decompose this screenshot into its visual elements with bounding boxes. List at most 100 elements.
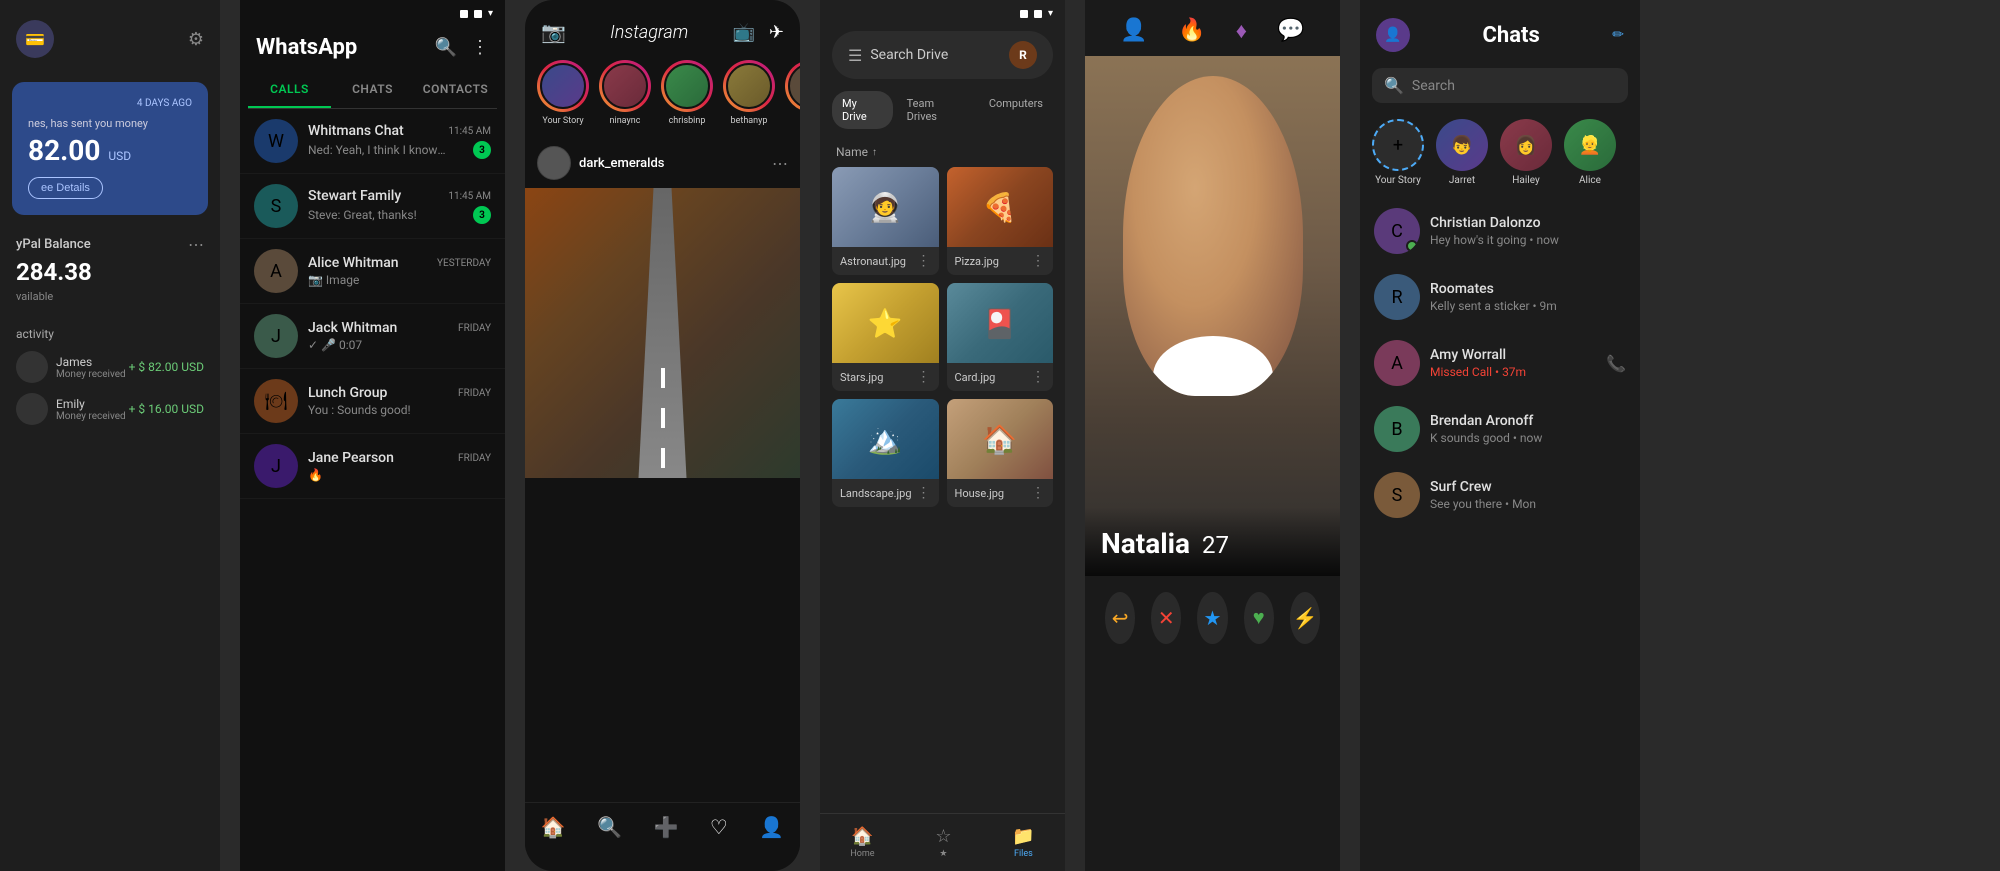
tinder-profile-icon[interactable]: 👤 bbox=[1120, 18, 1147, 44]
chat-item-whitmans[interactable]: W Whitmans Chat 11:45 AM Ned: Yeah, I th… bbox=[240, 109, 505, 174]
chats-user-avatar[interactable]: 👤 bbox=[1376, 18, 1410, 52]
story-as[interactable]: as... bbox=[785, 60, 800, 126]
drive-file-name-pizza: Pizza.jpg bbox=[955, 255, 999, 268]
tab-calls[interactable]: CALLS bbox=[248, 72, 331, 108]
tinder-diamond-icon[interactable]: ♦ bbox=[1236, 18, 1247, 44]
messenger-story-jarret[interactable]: 👦 Jarret bbox=[1436, 119, 1488, 186]
paypal-details-button[interactable]: ee Details bbox=[28, 177, 103, 199]
instagram-camera-icon[interactable]: 📷 bbox=[541, 20, 566, 44]
balance-menu-icon[interactable]: ⋯ bbox=[188, 235, 204, 254]
whatsapp-header: WhatsApp 🔍 ⋮ bbox=[240, 27, 505, 72]
messenger-name-christian: Christian Dalonzo bbox=[1430, 215, 1626, 231]
insta-heart-icon[interactable]: ♡ bbox=[710, 815, 728, 839]
drive-file-more-house[interactable]: ⋮ bbox=[1031, 485, 1045, 501]
drive-tab-team[interactable]: Team Drives bbox=[897, 91, 975, 129]
messenger-chat-surf[interactable]: S Surf Crew See you there • Mon bbox=[1360, 462, 1640, 528]
tab-contacts[interactable]: CONTACTS bbox=[414, 72, 497, 108]
tab-chats[interactable]: CHATS bbox=[331, 72, 414, 108]
drive-file-stars[interactable]: ⭐ Stars.jpg ⋮ bbox=[832, 283, 939, 391]
messenger-chat-brendan[interactable]: B Brendan Aronoff K sounds good • now bbox=[1360, 396, 1640, 462]
whatsapp-search-icon[interactable]: 🔍 bbox=[435, 37, 457, 58]
paypal-avatar[interactable]: 💳 bbox=[16, 20, 54, 58]
drive-search-placeholder[interactable]: Search Drive bbox=[870, 47, 1009, 63]
transaction-james[interactable]: James Money received + $ 82.00 USD bbox=[16, 351, 204, 383]
insta-search-icon[interactable]: 🔍 bbox=[597, 815, 622, 839]
drive-thumb-house: 🏠 bbox=[947, 399, 1054, 479]
tinder-undo-button[interactable]: ↩ bbox=[1105, 592, 1135, 644]
drive-hamburger-icon[interactable]: ☰ bbox=[848, 46, 862, 65]
chat-item-alice[interactable]: A Alice Whitman YESTERDAY 📷 Image bbox=[240, 239, 505, 304]
drive-file-house[interactable]: 🏠 House.jpg ⋮ bbox=[947, 399, 1054, 507]
drive-file-landscape[interactable]: 🏔️ Landscape.jpg ⋮ bbox=[832, 399, 939, 507]
drive-file-more-pizza[interactable]: ⋮ bbox=[1031, 253, 1045, 269]
insta-home-icon[interactable]: 🏠 bbox=[541, 815, 566, 839]
messenger-content-brendan: Brendan Aronoff K sounds good • now bbox=[1430, 413, 1626, 445]
chats-edit-icon[interactable]: ✏ bbox=[1612, 27, 1624, 43]
paypal-amount: 82.00 bbox=[28, 134, 100, 167]
instagram-send-icon[interactable]: ✈ bbox=[769, 22, 784, 43]
chat-badge-whitmans: 3 bbox=[473, 141, 491, 159]
story-your[interactable]: Your Story bbox=[537, 60, 589, 126]
tinder-card[interactable]: Natalia 27 bbox=[1085, 56, 1340, 576]
drive-search-bar[interactable]: ☰ Search Drive R bbox=[832, 31, 1053, 79]
chat-preview-row-jack: ✓ 🎤 0:07 bbox=[308, 338, 491, 352]
chat-badge-stewart: 3 bbox=[473, 206, 491, 224]
chat-item-jack[interactable]: J Jack Whitman FRIDAY ✓ 🎤 0:07 bbox=[240, 304, 505, 369]
story-bethanyp[interactable]: bethanyp bbox=[723, 60, 775, 126]
drive-tab-computers[interactable]: Computers bbox=[979, 91, 1053, 129]
drive-file-card[interactable]: 🎴 Card.jpg ⋮ bbox=[947, 283, 1054, 391]
whatsapp-tabs: CALLS CHATS CONTACTS bbox=[248, 72, 497, 109]
chat-preview-whitmans: Ned: Yeah, I think I know what... bbox=[308, 143, 448, 157]
drive-file-pizza[interactable]: 🍕 Pizza.jpg ⋮ bbox=[947, 167, 1054, 275]
add-story-button[interactable]: + bbox=[1372, 119, 1424, 171]
drive-file-astronaut[interactable]: 🧑‍🚀 Astronaut.jpg ⋮ bbox=[832, 167, 939, 275]
messenger-chat-amy[interactable]: A Amy Worrall Missed Call • 37m 📞 bbox=[1360, 330, 1640, 396]
settings-icon[interactable]: ⚙ bbox=[188, 29, 204, 50]
chat-item-stewart[interactable]: S Stewart Family 11:45 AM Steve: Great, … bbox=[240, 174, 505, 239]
story-ninaync[interactable]: ninaync bbox=[599, 60, 651, 126]
messenger-story-hailey[interactable]: 👩 Hailey bbox=[1500, 119, 1552, 186]
drive-tab-my-drive[interactable]: My Drive bbox=[832, 91, 893, 129]
tinder-boost-button[interactable]: ⚡ bbox=[1290, 592, 1320, 644]
messenger-story-alice[interactable]: 👱 Alice bbox=[1564, 119, 1616, 186]
drive-file-more-landscape[interactable]: ⋮ bbox=[917, 485, 931, 501]
messenger-story-add[interactable]: + Your Story bbox=[1372, 119, 1424, 186]
tinder-flame-icon[interactable]: 🔥 bbox=[1178, 18, 1205, 44]
drive-sort-arrow-icon[interactable]: ↑ bbox=[872, 147, 877, 158]
story-ring-chrisrobinp bbox=[661, 60, 713, 112]
chat-content-lunch: Lunch Group FRIDAY You : Sounds good! bbox=[308, 385, 491, 417]
chat-item-jane[interactable]: J Jane Pearson FRIDAY 🔥 bbox=[240, 434, 505, 499]
paypal-activity-title: activity bbox=[16, 327, 204, 341]
instagram-post-author-row[interactable]: dark_emeralds ⋯ bbox=[525, 138, 800, 188]
messenger-chat-christian[interactable]: C Christian Dalonzo Hey how's it going •… bbox=[1360, 198, 1640, 264]
messenger-chat-roomates[interactable]: R Roomates Kelly sent a sticker • 9m bbox=[1360, 264, 1640, 330]
drive-nav-files[interactable]: 📁 Files bbox=[1012, 826, 1034, 859]
messenger-preview-amy: Missed Call • 37m bbox=[1430, 365, 1606, 379]
drive-file-more-astronaut[interactable]: ⋮ bbox=[917, 253, 931, 269]
drive-nav-home[interactable]: 🏠 Home bbox=[850, 826, 874, 859]
transaction-name-emily: Emily bbox=[56, 397, 129, 411]
chat-item-lunch[interactable]: 🍽 Lunch Group FRIDAY You : Sounds good! bbox=[240, 369, 505, 434]
tinder-nope-button[interactable]: ✕ bbox=[1151, 592, 1181, 644]
drive-file-more-stars[interactable]: ⋮ bbox=[917, 369, 931, 385]
drive-nav-starred[interactable]: ☆ ★ bbox=[935, 826, 951, 859]
post-more-icon[interactable]: ⋯ bbox=[772, 154, 788, 173]
insta-add-icon[interactable]: ➕ bbox=[654, 815, 679, 839]
drive-file-more-card[interactable]: ⋮ bbox=[1031, 369, 1045, 385]
transaction-emily[interactable]: Emily Money received + $ 16.00 USD bbox=[16, 393, 204, 425]
whatsapp-more-icon[interactable]: ⋮ bbox=[471, 37, 489, 58]
drive-thumb-astronaut: 🧑‍🚀 bbox=[832, 167, 939, 247]
chats-search-bar[interactable]: 🔍 Search bbox=[1372, 68, 1628, 103]
instagram-tv-icon[interactable]: 📺 bbox=[732, 22, 754, 43]
story-label-hailey: Hailey bbox=[1512, 175, 1539, 186]
tinder-like-button[interactable]: ♥ bbox=[1244, 592, 1274, 644]
drive-file-info-pizza: Pizza.jpg ⋮ bbox=[947, 247, 1054, 275]
tinder-chat-icon[interactable]: 💬 bbox=[1277, 18, 1304, 44]
story-ring-as bbox=[785, 60, 800, 112]
story-chrisrobinp[interactable]: chrisbinp bbox=[661, 60, 713, 126]
drive-sort-label[interactable]: Name bbox=[836, 145, 868, 159]
tinder-profile-age: 27 bbox=[1202, 531, 1229, 559]
tinder-superlike-button[interactable]: ★ bbox=[1197, 592, 1227, 644]
drive-user-circle[interactable]: R bbox=[1009, 41, 1037, 69]
insta-profile-icon[interactable]: 👤 bbox=[759, 815, 784, 839]
